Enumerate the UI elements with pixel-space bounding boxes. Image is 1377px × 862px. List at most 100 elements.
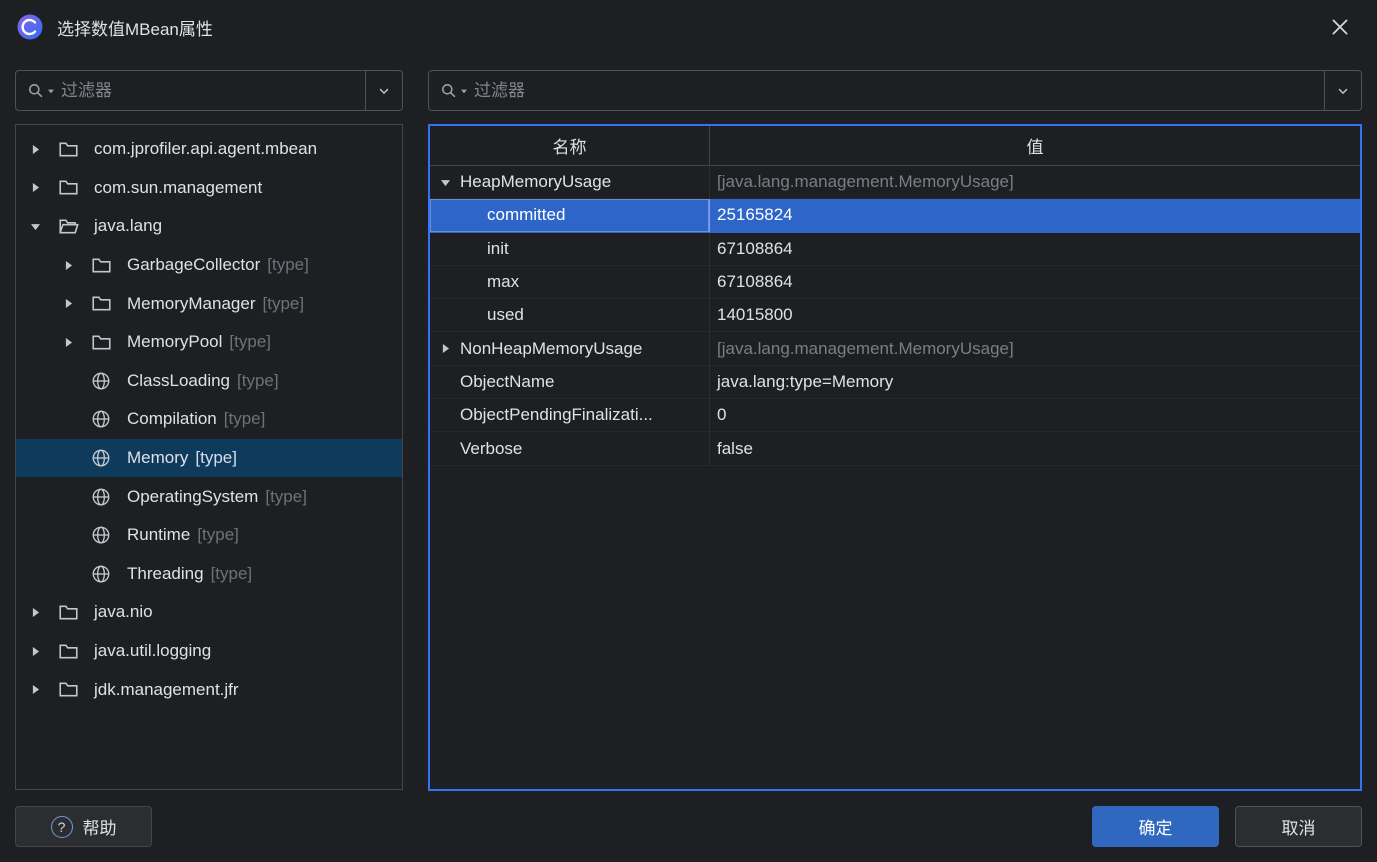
- tree-item-type-suffix: [type]: [223, 409, 266, 429]
- tree-item[interactable]: java.util.logging: [16, 632, 402, 671]
- tree-item-label: Compilation: [127, 409, 217, 429]
- tree-filter-field[interactable]: [15, 70, 403, 111]
- tree-item-type-suffix: [type]: [262, 293, 305, 313]
- attribute-value-cell[interactable]: false: [710, 432, 1360, 464]
- tree-item-label: jdk.management.jfr: [94, 679, 239, 699]
- table-row[interactable]: init 67108864: [430, 232, 1360, 266]
- tree-item-label: GarbageCollector: [127, 255, 261, 275]
- tree-item[interactable]: MemoryManager [type]: [16, 284, 402, 323]
- folder-open-icon: [58, 216, 94, 237]
- attribute-name-cell[interactable]: ObjectPendingFinalizati...: [430, 399, 710, 432]
- tree-item-label: java.util.logging: [94, 641, 212, 661]
- attribute-name-cell[interactable]: HeapMemoryUsage: [430, 166, 710, 199]
- tree-item[interactable]: OperatingSystem [type]: [16, 477, 402, 516]
- globe-icon: [91, 409, 127, 429]
- attribute-value-cell[interactable]: [java.lang.management.MemoryUsage]: [710, 166, 1360, 198]
- tree-item[interactable]: MemoryPool [type]: [16, 323, 402, 362]
- tree-item[interactable]: jdk.management.jfr: [16, 670, 402, 709]
- mbean-tree: com.jprofiler.api.agent.mbean com.sun.man…: [15, 124, 403, 790]
- table-row[interactable]: committed 25165824: [430, 199, 1360, 233]
- tree-item[interactable]: ClassLoading [type]: [16, 362, 402, 401]
- attribute-table: 名称 值 HeapMemoryUsage [java.lang.managemen…: [428, 124, 1362, 791]
- ok-button[interactable]: 确定: [1092, 806, 1219, 847]
- chevron-right-icon[interactable]: [28, 682, 58, 697]
- tree-filter-dropdown-button[interactable]: [365, 71, 402, 110]
- table-row[interactable]: max 67108864: [430, 265, 1360, 300]
- tree-item[interactable]: GarbageCollector [type]: [16, 246, 402, 285]
- tree-item[interactable]: Compilation [type]: [16, 400, 402, 439]
- chevron-right-icon[interactable]: [438, 341, 460, 356]
- table-row[interactable]: Verbose false: [430, 432, 1360, 466]
- table-filter-dropdown-button[interactable]: [1324, 71, 1361, 110]
- tree-item[interactable]: java.nio: [16, 593, 402, 632]
- attribute-name-label: init: [487, 238, 509, 258]
- attribute-value-cell[interactable]: 67108864: [710, 266, 1360, 298]
- tree-filter-input[interactable]: [61, 80, 365, 101]
- attribute-name-cell[interactable]: ObjectName: [430, 365, 710, 399]
- globe-icon: [91, 371, 127, 391]
- chevron-right-icon[interactable]: [61, 258, 91, 273]
- table-row[interactable]: NonHeapMemoryUsage [java.lang.management.…: [430, 332, 1360, 366]
- titlebar: 选择数值MBean属性: [0, 0, 1377, 54]
- tree-item-label: OperatingSystem: [127, 486, 259, 506]
- table-row[interactable]: HeapMemoryUsage [java.lang.management.Mem…: [430, 166, 1360, 200]
- folder-icon: [58, 177, 94, 198]
- attribute-value-cell[interactable]: java.lang:type=Memory: [710, 366, 1360, 398]
- tree-item-type-suffix: [type]: [210, 563, 253, 583]
- tree-item[interactable]: com.jprofiler.api.agent.mbean: [16, 130, 402, 169]
- chevron-right-icon[interactable]: [61, 296, 91, 311]
- tree-item[interactable]: java.lang: [16, 207, 402, 246]
- table-row[interactable]: ObjectName java.lang:type=Memory: [430, 365, 1360, 400]
- table-filter-input[interactable]: [474, 80, 1324, 101]
- attribute-value-cell[interactable]: 14015800: [710, 299, 1360, 331]
- globe-icon: [91, 525, 127, 545]
- attribute-name-cell[interactable]: init: [430, 232, 710, 265]
- column-header-name[interactable]: 名称: [430, 126, 710, 165]
- attribute-name-label: Verbose: [460, 438, 523, 458]
- tree-item-label: MemoryPool: [127, 332, 223, 352]
- chevron-right-icon[interactable]: [61, 335, 91, 350]
- chevron-right-icon[interactable]: [28, 180, 58, 195]
- attribute-name-label: committed: [487, 205, 566, 225]
- attribute-value-cell[interactable]: 0: [710, 399, 1360, 431]
- folder-icon: [91, 332, 127, 353]
- chevron-down-icon[interactable]: [28, 219, 58, 234]
- attribute-name-cell[interactable]: committed: [430, 199, 710, 232]
- help-button-label: 帮助: [82, 819, 117, 838]
- attribute-name-label: ObjectPendingFinalizati...: [460, 405, 653, 425]
- table-row[interactable]: ObjectPendingFinalizati... 0: [430, 399, 1360, 433]
- attribute-value-cell[interactable]: 25165824: [710, 199, 1360, 231]
- chevron-down-icon[interactable]: [438, 175, 460, 190]
- tree-item[interactable]: com.sun.management: [16, 169, 402, 208]
- attribute-name-cell[interactable]: Verbose: [430, 432, 710, 465]
- help-button[interactable]: ? 帮助: [15, 806, 152, 847]
- tree-item-type-suffix: [type]: [237, 370, 279, 390]
- tree-item[interactable]: Runtime [type]: [16, 516, 402, 555]
- attribute-name-label: HeapMemoryUsage: [460, 172, 612, 192]
- folder-icon: [58, 139, 94, 160]
- table-row[interactable]: used 14015800: [430, 299, 1360, 333]
- globe-icon: [91, 448, 127, 468]
- attribute-name-cell[interactable]: used: [430, 299, 710, 332]
- chevron-right-icon[interactable]: [28, 142, 58, 157]
- close-icon[interactable]: [1327, 14, 1353, 40]
- mbean-attribute-dialog: { "titlebar": { "title": "选择数值MBean属性" }…: [0, 0, 1377, 862]
- cancel-button[interactable]: 取消: [1235, 806, 1362, 847]
- attribute-value-cell[interactable]: 67108864: [710, 233, 1360, 265]
- tree-item-type-suffix: [type]: [229, 332, 272, 352]
- chevron-right-icon[interactable]: [28, 644, 58, 659]
- column-header-value[interactable]: 值: [710, 126, 1360, 165]
- tree-item[interactable]: Memory [type]: [16, 438, 402, 478]
- tree-item-label: java.lang: [94, 216, 163, 236]
- attribute-name-cell[interactable]: NonHeapMemoryUsage: [430, 332, 710, 365]
- folder-icon: [58, 641, 94, 662]
- tree-item-label: Memory: [127, 448, 189, 468]
- table-filter-field[interactable]: [428, 70, 1362, 111]
- chevron-right-icon[interactable]: [28, 605, 58, 620]
- folder-icon: [91, 293, 127, 314]
- attribute-name-cell[interactable]: max: [430, 265, 710, 299]
- cancel-button-label: 取消: [1281, 819, 1316, 838]
- tree-item[interactable]: Threading [type]: [16, 555, 402, 594]
- attribute-value-cell[interactable]: [java.lang.management.MemoryUsage]: [710, 332, 1360, 364]
- tree-item-label: com.jprofiler.api.agent.mbean: [94, 139, 318, 159]
